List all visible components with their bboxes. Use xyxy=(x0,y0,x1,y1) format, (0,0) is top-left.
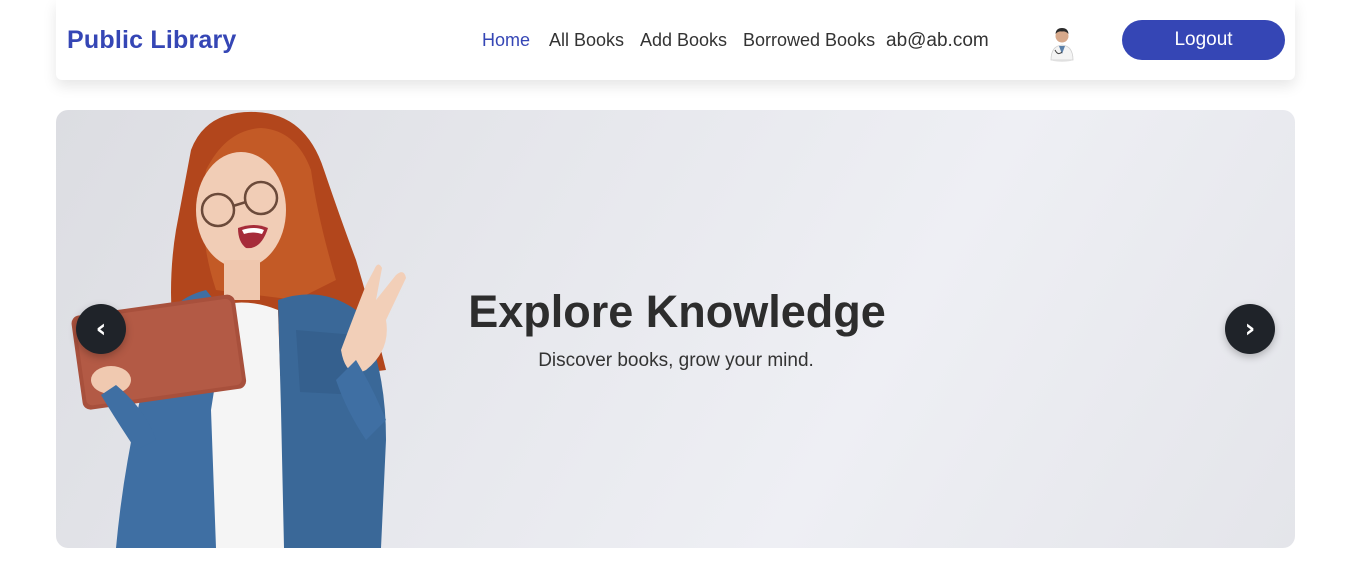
nav-link-home[interactable]: Home xyxy=(482,30,530,51)
navbar: Public Library Home All Books Add Books … xyxy=(56,0,1295,80)
nav-link-borrowed-books[interactable]: Borrowed Books xyxy=(743,30,875,51)
nav-link-add-books[interactable]: Add Books xyxy=(640,30,727,51)
user-email: ab@ab.com xyxy=(886,30,989,51)
nav-link-all-books[interactable]: All Books xyxy=(549,30,624,51)
user-avatar[interactable] xyxy=(1046,22,1078,62)
carousel-prev-button[interactable]: ‹ xyxy=(76,304,126,354)
chevron-right-icon: › xyxy=(1244,314,1256,344)
chevron-left-icon: ‹ xyxy=(95,314,107,344)
hero-carousel: Explore Knowledge Discover books, grow y… xyxy=(56,110,1295,548)
logout-button[interactable]: Logout xyxy=(1122,20,1285,60)
hero-subtitle: Discover books, grow your mind. xyxy=(538,350,814,371)
carousel-next-button[interactable]: › xyxy=(1225,304,1275,354)
hero-title: Explore Knowledge xyxy=(468,286,886,337)
brand-logo[interactable]: Public Library xyxy=(67,26,237,55)
